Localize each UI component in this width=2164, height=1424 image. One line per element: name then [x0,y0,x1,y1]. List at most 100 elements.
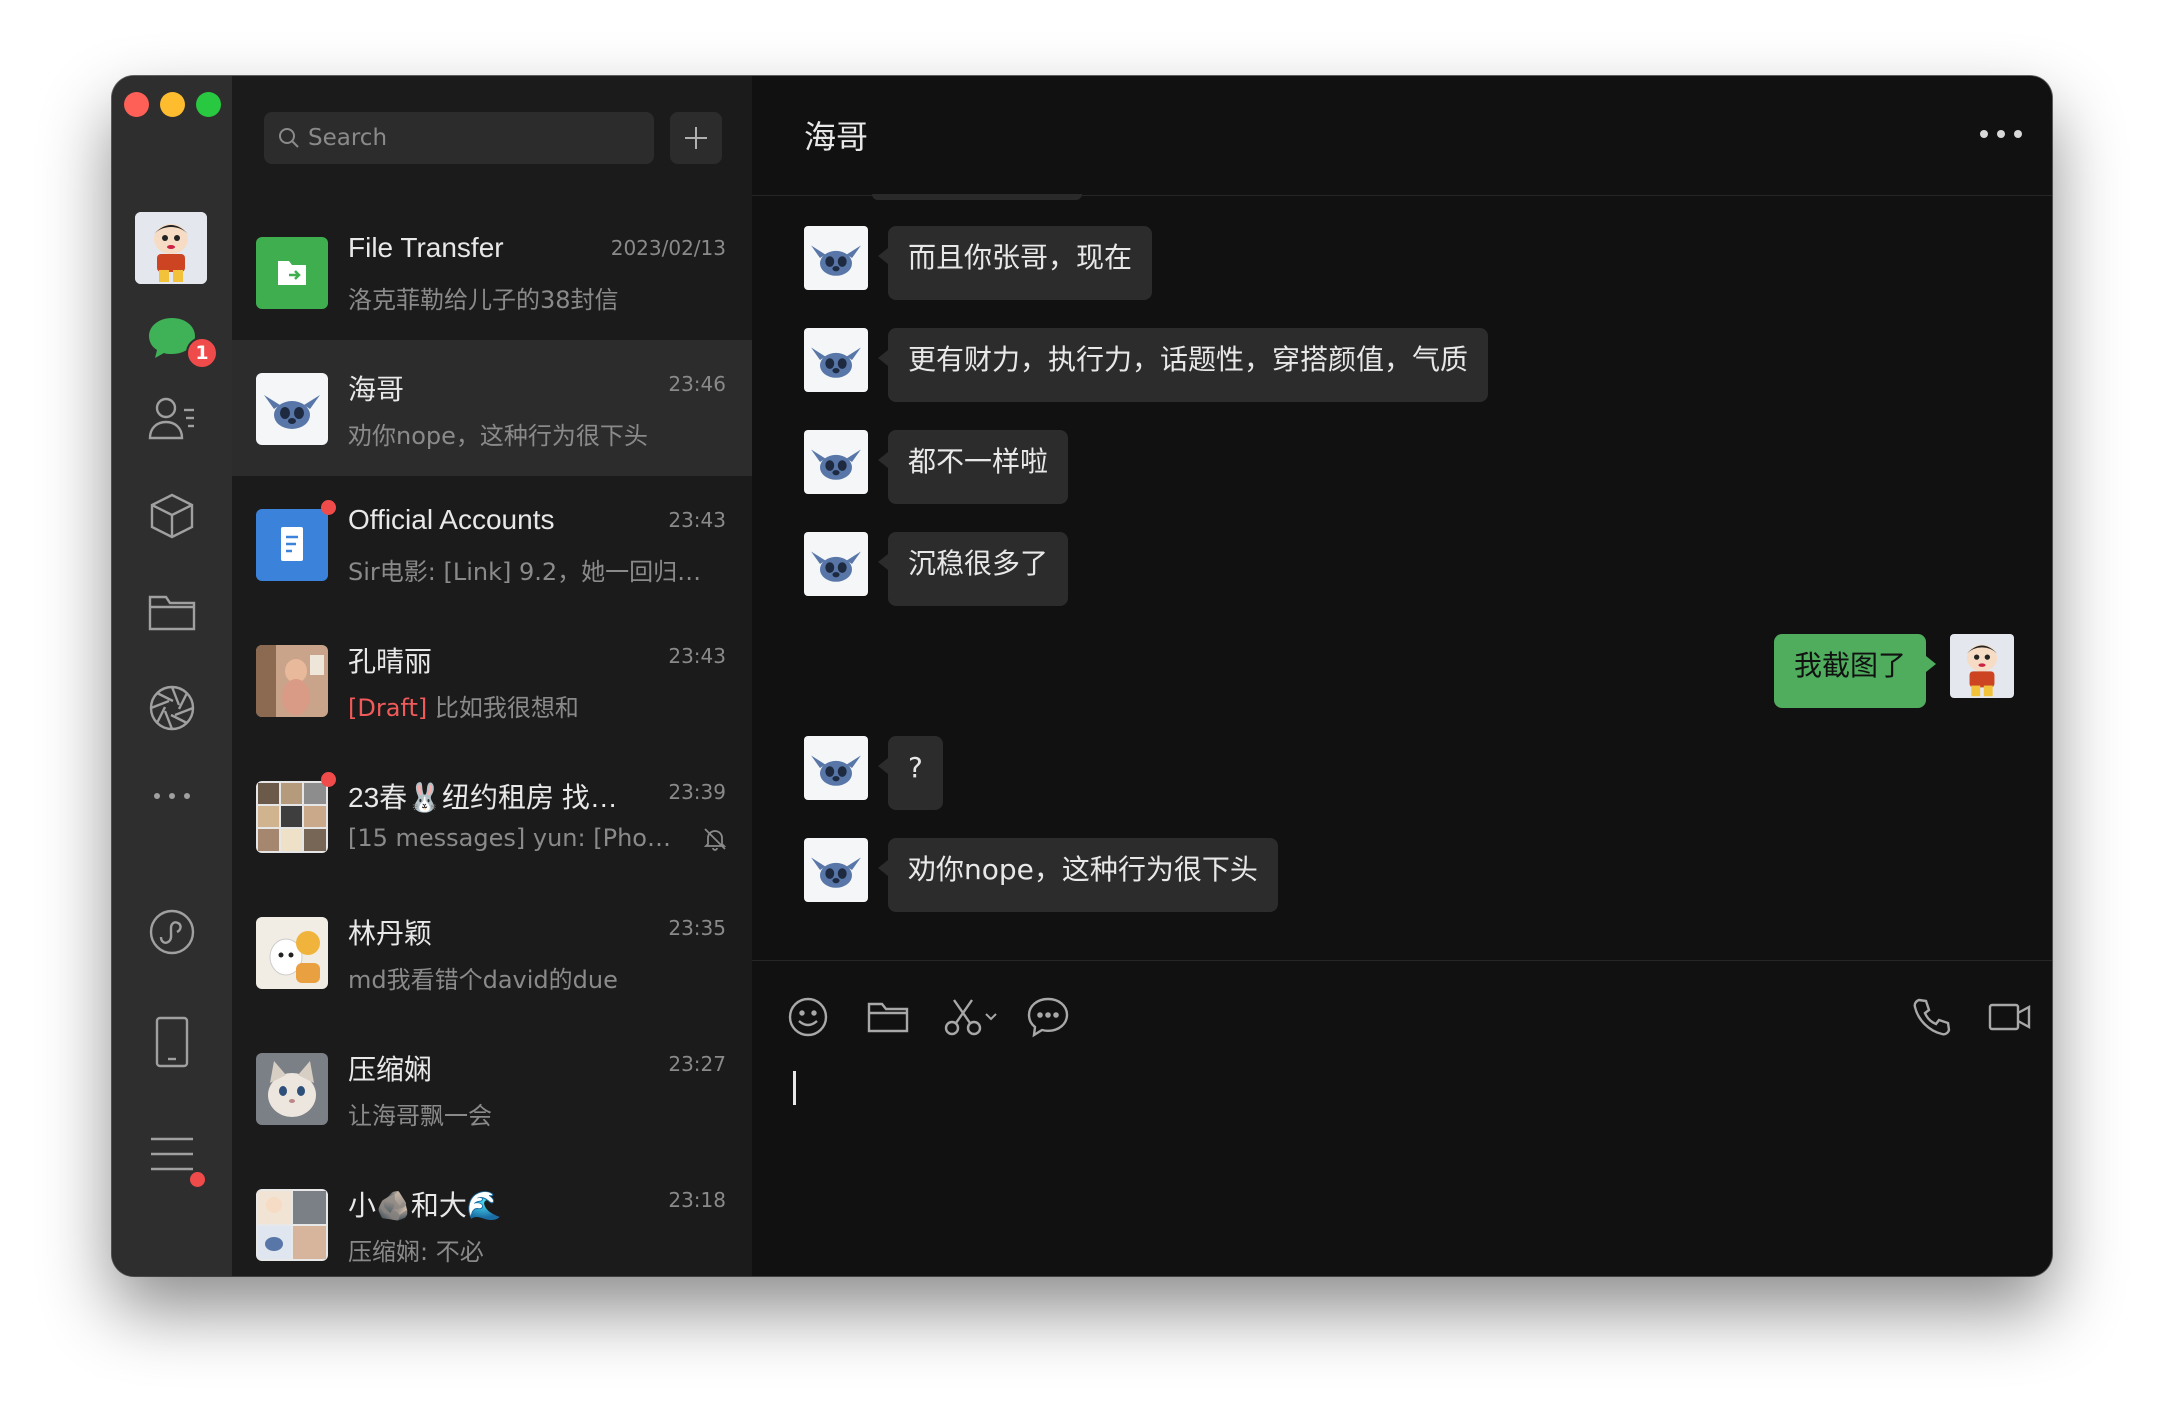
group-avatar [256,781,328,853]
stitch-avatar[interactable] [804,838,868,902]
screenshot-button[interactable] [938,991,1008,1043]
new-chat-button[interactable] [670,112,722,164]
conversation-item[interactable]: 小🪨和大🌊 23:18 压缩娴: 不必 [232,1156,752,1276]
conversation-item[interactable]: File Transfer 2023/02/13 洛克菲勒给儿子的38封信 [232,204,752,340]
conversation-time: 23:27 [668,1052,726,1076]
more-dots-icon [154,793,190,799]
conversation-item[interactable]: Official Accounts 23:43 Sir电影: [Link] 9.… [232,476,752,612]
message-row: ? [804,736,943,810]
video-call-button[interactable] [1984,991,2036,1043]
conversation-preview: Sir电影: [Link] 9.2，她一回归国产剧就是巅峰 [348,558,724,586]
video-call-icon [1988,1003,2031,1031]
favorites-cube-icon [150,493,194,539]
conversation-name: 海哥 [348,374,405,405]
message-bubble[interactable]: ? [878,736,943,810]
scrolled-message-edge [872,194,1082,200]
muted-indicator [702,826,728,856]
draft-text: 比如我很想和 [427,694,579,722]
contacts-icon [148,397,194,440]
moments-aperture-icon [149,685,195,731]
stitch-avatar[interactable] [804,430,868,494]
menu-icon [151,1137,193,1171]
contacts-tab[interactable] [136,388,208,448]
stitch-avatar[interactable] [804,736,868,800]
conversation-time: 23:35 [668,916,726,940]
folder-icon [148,595,196,631]
zoom-window-button[interactable] [196,92,221,117]
conversation-time: 23:43 [668,644,726,668]
text-input-caret[interactable] [793,1071,796,1105]
conversation-preview: md我看错个david的due [348,966,618,994]
unread-dot [321,500,336,515]
conversation-item[interactable]: 林丹颖 23:35 md我看错个david的due [232,884,752,1020]
group-avatar [256,1189,328,1261]
conversation-preview: [15 messages] yun: [Photo] [348,824,678,852]
conversation-name: 孔晴丽 [348,646,433,677]
message-bubble[interactable]: 都不一样啦 [877,430,1069,504]
user-avatar[interactable] [135,212,207,284]
draft-tag: [Draft] [348,694,428,722]
conversation-item[interactable]: 23春🐰纽约租房 找室友群 23:39 [15 messages] yun: [… [232,748,752,884]
conversation-time: 2023/02/13 [610,236,726,260]
close-window-button[interactable] [124,92,149,117]
voice-call-icon [1913,998,1951,1036]
stitch-avatar [256,373,328,445]
emoji-button[interactable] [782,991,834,1043]
moments-tab[interactable] [136,678,208,738]
mini-programs-tab[interactable] [136,902,208,962]
conversation-preview: 劝你nope，这种行为很下头 [348,422,648,450]
conversation-time: 23:46 [668,372,726,396]
conversation-preview: 让海哥飘一会 [348,1102,492,1130]
send-file-button[interactable] [862,991,914,1043]
unread-badge: 1 [186,337,218,369]
chat-title: 海哥 [804,118,869,156]
chat-header: 海哥 [752,76,2052,196]
nav-rail: 1 [112,76,232,1276]
chat-history-icon [1027,997,1069,1038]
stitch-avatar[interactable] [804,328,868,392]
mini-program-icon [149,909,195,955]
chat-panel: 海哥 而且你张哥，现在 更有财力，执行力，话题性，穿搭颜值，气质 都不一样啦 沉… [752,76,2052,1276]
message-bubble[interactable]: 更有财力，执行力，话题性，穿搭颜值，气质 [877,328,1489,402]
message-row: 而且你张哥，现在 [804,226,1153,300]
phone-tab[interactable] [136,1012,208,1072]
conversation-preview: 压缩娴: 不必 [348,1238,484,1266]
sticker-avatar [256,917,328,989]
conversation-time: 23:43 [668,508,726,532]
stitch-avatar[interactable] [804,226,868,290]
message-row-outgoing: 我截图了 [1773,634,2014,708]
message-bubble[interactable]: 沉稳很多了 [877,532,1069,606]
conversation-item-active[interactable]: 海哥 23:46 劝你nope，这种行为很下头 [232,340,752,476]
unread-dot [321,772,336,787]
voice-call-button[interactable] [1906,991,1958,1043]
menu-notification-dot [190,1172,205,1187]
conversation-time: 23:18 [668,1188,726,1212]
search-box[interactable]: Search [264,112,654,164]
favorites-tab[interactable] [136,486,208,546]
conversation-item[interactable]: 孔晴丽 23:43 [Draft] 比如我很想和 [232,612,752,748]
files-tab[interactable] [136,582,208,642]
chat-more-button[interactable] [1980,122,2022,146]
conversation-item[interactable]: 压缩娴 23:27 让海哥飘一会 [232,1020,752,1156]
wechat-window: 1 Search File Transfer 2023/02/13 洛克菲勒给儿… [112,76,2052,1276]
chat-history-button[interactable] [1022,991,1074,1043]
conversation-name: File Transfer [348,232,504,263]
minimize-window-button[interactable] [160,92,185,117]
message-bubble-outgoing[interactable]: 我截图了 [1773,634,1937,708]
conversation-name: 小🪨和大🌊 [348,1190,502,1221]
more-tab[interactable] [136,766,208,826]
conversation-list-panel: Search File Transfer 2023/02/13 洛克菲勒给儿子的… [232,76,752,1276]
conversation-name: 林丹颖 [348,918,433,949]
cat-avatar [256,1053,328,1125]
stitch-avatar[interactable] [804,532,868,596]
message-bubble[interactable]: 而且你张哥，现在 [877,226,1153,300]
message-bubble[interactable]: 劝你nope，这种行为很下头 [878,838,1278,912]
message-row: 更有财力，执行力，话题性，穿搭颜值，气质 [804,328,1489,402]
conversation-name: Official Accounts [348,504,555,535]
message-composer [752,960,2052,1276]
user-avatar[interactable] [1950,634,2014,698]
official-accounts-avatar [256,509,328,581]
mute-bell-icon [703,828,727,851]
plus-icon [685,127,707,149]
file-transfer-avatar [256,237,328,309]
